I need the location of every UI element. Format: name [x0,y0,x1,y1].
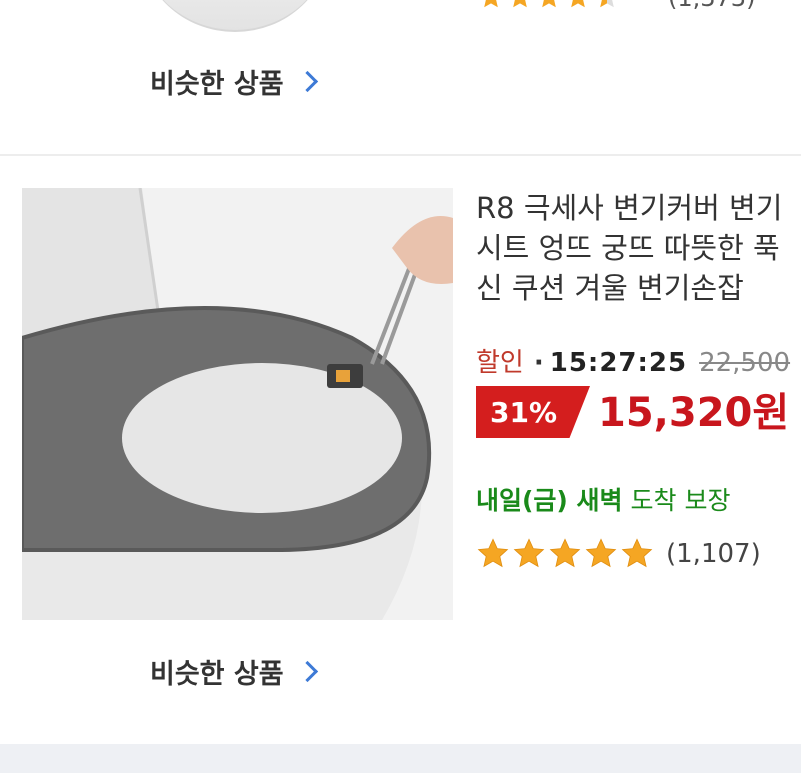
delivery-text: 도착 보장 [622,486,731,515]
review-count: (1,107) [666,539,761,569]
star-icon [477,538,509,568]
discount-badge: 31% [476,386,590,438]
star-icon [571,0,585,8]
product-title[interactable]: R8 극세사 변기커버 변기시트 엉뜨 궁뜨 따뜻한 푹신 쿠션 겨울 변기손잡 [476,188,801,308]
previous-product-card[interactable]: (1,373) 비슷한 상품 [0,0,801,155]
sale-price: 15,320원 [598,390,790,436]
similar-products-label: 비슷한 상품 [150,69,284,100]
original-price: 22,500 [699,348,791,378]
half-star-icon [600,0,614,8]
similar-products-link[interactable]: 비슷한 상품 [150,62,318,101]
sale-countdown: 15:27:25 [549,348,688,378]
star-icon [542,0,556,8]
star-icon [513,0,527,8]
delivery-info: 내일(금) 새벽 도착 보장 [476,481,730,517]
star-icon [484,0,498,8]
product-image[interactable] [22,188,453,620]
toilet-seat-cover-photo-icon [22,188,453,620]
previous-rating-stars [478,0,620,10]
star-icon [549,538,581,568]
chevron-right-icon [296,70,318,93]
previous-review-count: (1,373) [668,0,755,12]
similar-products-label: 비슷한 상품 [150,659,284,690]
chevron-right-icon [296,660,318,683]
delivery-day: 내일(금) 새벽 [476,486,623,515]
star-icon [585,538,617,568]
rating: (1,107) [476,538,761,570]
sale-info: 할인 · 15:27:25 22,500 [476,342,790,379]
star-icon [621,538,653,568]
card-divider [0,154,801,156]
section-divider [0,744,801,773]
similar-products-link[interactable]: 비슷한 상품 [150,652,318,691]
star-icon [513,538,545,568]
sale-separator: · [533,348,544,378]
previous-product-image[interactable] [140,0,330,32]
sale-label: 할인 [476,348,524,378]
